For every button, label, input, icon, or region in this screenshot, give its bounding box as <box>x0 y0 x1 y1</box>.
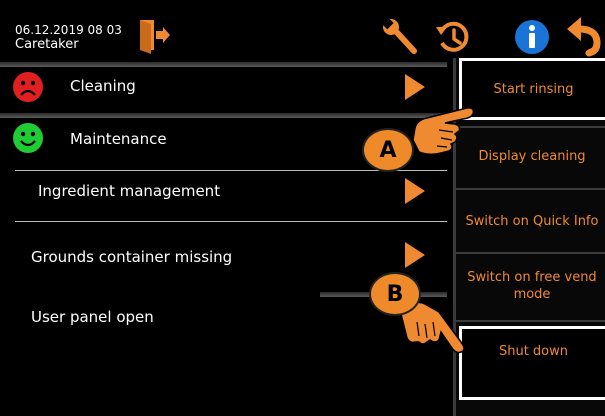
display-cleaning-button[interactable]: Display cleaning <box>459 130 605 182</box>
start-rinsing-label: Start rinsing <box>493 81 574 97</box>
button-separator <box>456 188 605 190</box>
display-cleaning-label: Display cleaning <box>478 148 586 164</box>
start-rinsing-button[interactable]: Start rinsing <box>459 58 605 120</box>
pointing-hand-icon <box>412 107 475 156</box>
sad-face-icon <box>13 72 43 102</box>
list-item-cleaning[interactable]: Cleaning <box>0 67 447 112</box>
info-icon[interactable] <box>512 17 552 57</box>
quick-info-button[interactable]: Switch on Quick Info <box>459 192 605 250</box>
logout-icon[interactable] <box>135 17 175 57</box>
role-label: Caretaker <box>15 37 79 52</box>
list-item-ingredient-management[interactable]: Ingredient management <box>0 171 447 219</box>
ingredient-management-label: Ingredient management <box>38 182 221 200</box>
user-panel-label: User panel open <box>31 308 154 326</box>
free-vend-button[interactable]: Switch on free vend mode <box>459 256 605 316</box>
history-icon[interactable] <box>433 17 473 57</box>
wrench-icon[interactable] <box>380 17 420 57</box>
maintenance-label: Maintenance <box>70 130 167 148</box>
shut-down-label: Shut down <box>498 344 569 359</box>
free-vend-label: Switch on free vend mode <box>467 270 597 302</box>
callout-b: B <box>369 272 421 316</box>
cleaning-label: Cleaning <box>70 77 136 95</box>
button-separator <box>456 320 605 322</box>
shut-down-button[interactable]: Shut down <box>459 326 605 400</box>
play-arrow-icon[interactable] <box>405 242 425 268</box>
play-arrow-icon[interactable] <box>405 74 425 100</box>
back-icon[interactable] <box>563 17 603 57</box>
list-item-grounds-container[interactable]: Grounds container missing <box>0 236 447 281</box>
row-divider <box>15 221 447 222</box>
happy-face-icon <box>13 123 43 153</box>
callout-a: A <box>362 128 414 172</box>
quick-info-label: Switch on Quick Info <box>465 213 599 229</box>
grounds-container-label: Grounds container missing <box>31 248 233 266</box>
button-separator <box>456 252 605 254</box>
list-item-user-panel[interactable]: User panel open <box>0 296 320 341</box>
datetime-label: 06.12.2019 08 03 <box>15 23 122 37</box>
play-arrow-icon[interactable] <box>405 178 425 204</box>
